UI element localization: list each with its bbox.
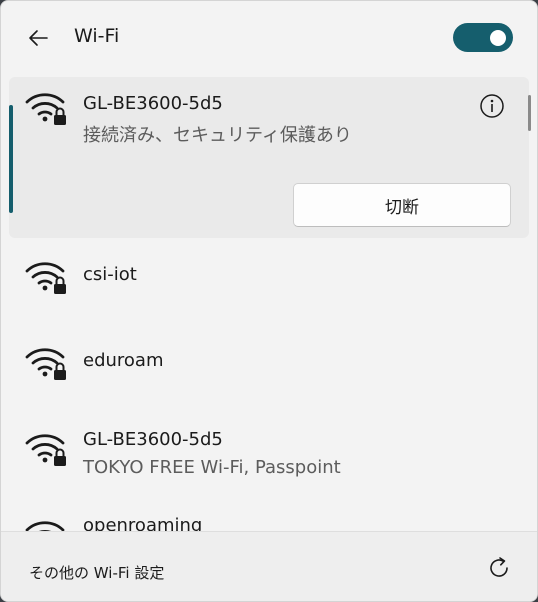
back-button[interactable]	[21, 21, 55, 55]
wifi-flyout: Wi-Fi GL-BE3600-5d5 接続済み、セキュリティ保護あり 切断 c…	[0, 0, 538, 602]
wifi-secured-icon	[25, 348, 66, 380]
network-item-connected[interactable]: GL-BE3600-5d5 接続済み、セキュリティ保護あり 切断	[9, 77, 529, 238]
network-status: 接続済み、セキュリティ保護あり	[83, 125, 352, 146]
page-title: Wi-Fi	[74, 25, 120, 47]
wifi-secured-icon	[25, 93, 66, 125]
network-status: TOKYO FREE Wi-Fi, Passpoint	[83, 457, 341, 478]
network-name: GL-BE3600-5d5	[83, 93, 223, 114]
network-list: GL-BE3600-5d5 接続済み、セキュリティ保護あり 切断 csi-iot…	[1, 73, 537, 531]
info-icon	[480, 94, 504, 118]
network-name: openroaming	[83, 515, 203, 531]
network-properties-button[interactable]	[477, 91, 507, 121]
scrollbar-thumb[interactable]	[528, 95, 531, 131]
arrow-left-icon	[29, 30, 48, 46]
wifi-header: Wi-Fi	[1, 1, 537, 73]
wifi-toggle[interactable]	[453, 23, 513, 52]
network-name: eduroam	[83, 350, 164, 371]
network-name: GL-BE3600-5d5	[83, 429, 223, 450]
network-item[interactable]: eduroam	[9, 327, 529, 401]
refresh-button[interactable]	[481, 550, 517, 586]
disconnect-button[interactable]: 切断	[293, 183, 511, 227]
wifi-secured-icon	[25, 434, 66, 466]
more-wifi-settings-link[interactable]: その他の Wi-Fi 設定	[29, 562, 164, 583]
network-name: csi-iot	[83, 264, 137, 285]
refresh-icon	[490, 557, 508, 577]
active-indicator	[9, 105, 13, 213]
wifi-secured-icon	[25, 521, 65, 531]
toggle-knob	[490, 29, 506, 46]
network-item[interactable]: openroaming	[9, 505, 529, 531]
flyout-footer: その他の Wi-Fi 設定	[1, 531, 537, 601]
network-item[interactable]: GL-BE3600-5d5 TOKYO FREE Wi-Fi, Passpoin…	[9, 413, 529, 499]
wifi-secured-icon	[25, 262, 66, 294]
network-item[interactable]: csi-iot	[9, 241, 529, 315]
